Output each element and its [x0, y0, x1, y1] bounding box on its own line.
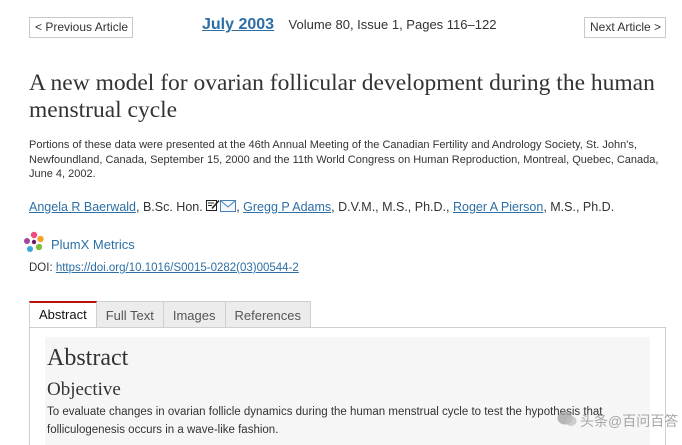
objective-text: To evaluate changes in ovarian follicle … [47, 406, 603, 436]
issue-info: July 2003 Volume 80, Issue 1, Pages 116–… [202, 16, 496, 34]
author-list: Angela R Baerwald, B.Sc. Hon. , Gregg P … [29, 199, 614, 215]
previous-article-button[interactable]: < Previous Article [29, 17, 133, 38]
next-article-button[interactable]: Next Article > [584, 17, 666, 38]
objective-heading: Objective [47, 379, 121, 400]
tab-full-text[interactable]: Full Text [96, 301, 164, 328]
plumx-metrics[interactable]: PlumX Metrics [22, 230, 135, 259]
corresponding-author-icon[interactable] [206, 199, 220, 215]
author-link-adams[interactable]: Gregg P Adams [243, 200, 331, 214]
watermark-logo-icon [557, 410, 577, 431]
abstract-heading: Abstract [47, 345, 129, 371]
author-credentials: , M.S., Ph.D. [543, 200, 615, 214]
issue-meta: Volume 80, Issue 1, Pages 116–122 [288, 17, 497, 32]
plumx-icon [22, 230, 46, 259]
article-title: A new model for ovarian follicular devel… [29, 70, 655, 123]
tab-references[interactable]: References [225, 301, 311, 328]
tab-abstract[interactable]: Abstract [29, 301, 97, 328]
author-link-baerwald[interactable]: Angela R Baerwald [29, 200, 136, 214]
email-icon[interactable] [220, 200, 237, 215]
doi-label: DOI: [29, 262, 56, 274]
tab-images[interactable]: Images [163, 301, 226, 328]
issue-date-link[interactable]: July 2003 [202, 16, 274, 33]
article-tabs: Abstract Full Text Images References [29, 301, 311, 328]
doi-line: DOI: https://doi.org/10.1016/S0015-0282(… [29, 262, 299, 274]
watermark: 头条@百问百答 [557, 410, 678, 431]
watermark-text: 头条@百问百答 [580, 412, 679, 429]
author-credentials: , D.V.M., M.S., Ph.D., [331, 200, 453, 214]
author-link-pierson[interactable]: Roger A Pierson [453, 200, 543, 214]
doi-link[interactable]: https://doi.org/10.1016/S0015-0282(03)00… [56, 262, 299, 274]
presentation-note: Portions of these data were presented at… [29, 139, 659, 180]
plumx-label[interactable]: PlumX Metrics [51, 237, 135, 252]
author-credentials: , B.Sc. Hon. [136, 200, 203, 214]
